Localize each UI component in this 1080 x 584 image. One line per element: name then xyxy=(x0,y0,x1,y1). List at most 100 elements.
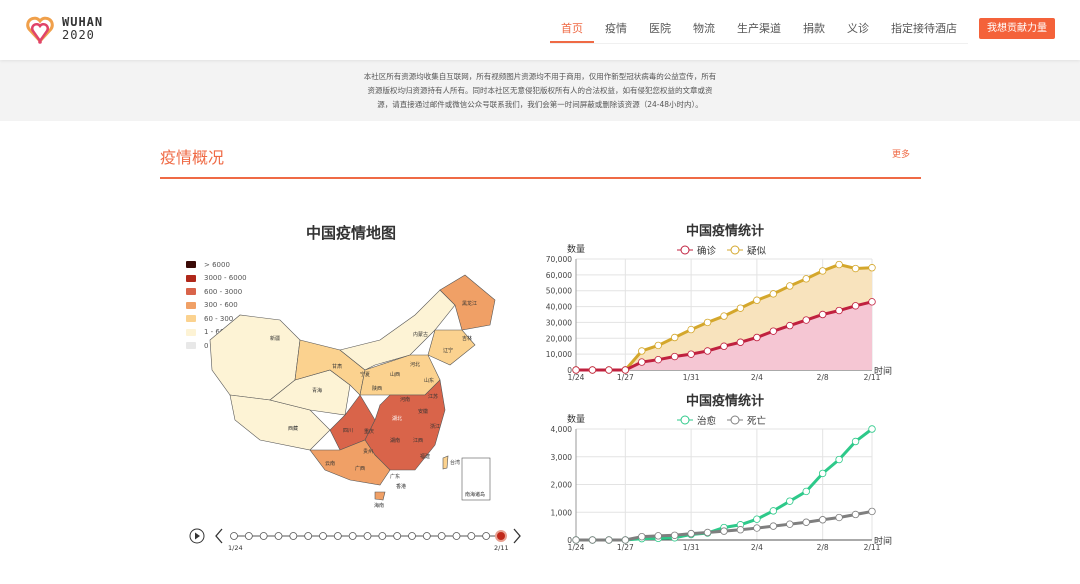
china-map[interactable]: 南海诸岛 新疆 西藏 青海 甘肃 内蒙古 黑龙江 吉林 辽宁 宁夏 陕西 山西 … xyxy=(200,270,520,510)
data-point[interactable] xyxy=(572,536,580,544)
data-point[interactable] xyxy=(769,327,778,335)
data-point[interactable] xyxy=(818,469,827,478)
timeline-dot[interactable] xyxy=(482,532,491,540)
nav-home[interactable]: 首页 xyxy=(550,12,594,43)
data-point[interactable] xyxy=(687,325,695,334)
nav-logistics[interactable]: 物流 xyxy=(682,12,726,43)
legend-label[interactable]: 确诊 xyxy=(697,245,717,257)
data-point[interactable] xyxy=(703,318,712,327)
nav-hospital[interactable]: 医院 xyxy=(638,12,682,43)
nav-donate[interactable]: 捐款 xyxy=(792,12,836,43)
data-point[interactable] xyxy=(818,267,827,275)
data-point[interactable] xyxy=(868,298,876,306)
timeline-dot[interactable] xyxy=(230,532,238,540)
data-point[interactable] xyxy=(868,507,876,516)
timeline-dot[interactable] xyxy=(467,532,476,540)
data-point[interactable] xyxy=(736,526,745,534)
legend-label[interactable]: 治愈 xyxy=(697,415,717,427)
data-point[interactable] xyxy=(802,275,810,283)
nav-epidemic[interactable]: 疫情 xyxy=(594,12,638,43)
data-point[interactable] xyxy=(835,455,843,464)
data-point[interactable] xyxy=(802,487,810,496)
contribute-button[interactable]: 我想贡献力量 xyxy=(979,18,1055,39)
timeline-dot[interactable] xyxy=(437,532,446,540)
timeline-dot[interactable] xyxy=(304,532,313,540)
data-point[interactable] xyxy=(638,532,646,541)
data-point[interactable] xyxy=(703,528,712,537)
data-point[interactable] xyxy=(638,358,646,366)
data-point[interactable] xyxy=(753,524,761,532)
data-point[interactable] xyxy=(851,437,860,446)
timeline-dot[interactable] xyxy=(244,532,253,540)
data-point[interactable] xyxy=(802,316,810,324)
data-point[interactable] xyxy=(868,264,876,272)
timeline-dot[interactable] xyxy=(289,532,298,540)
data-point[interactable] xyxy=(703,347,712,355)
data-point[interactable] xyxy=(621,366,630,374)
data-point[interactable] xyxy=(769,522,778,530)
data-point[interactable] xyxy=(736,304,745,312)
data-point[interactable] xyxy=(835,260,843,269)
data-point[interactable] xyxy=(670,352,679,361)
data-point[interactable] xyxy=(687,350,695,358)
data-point[interactable] xyxy=(835,306,843,315)
data-point[interactable] xyxy=(588,536,597,544)
timeline-dot[interactable] xyxy=(408,532,416,540)
data-point[interactable] xyxy=(818,516,827,524)
timeline-dot[interactable] xyxy=(333,532,342,540)
data-point[interactable] xyxy=(638,347,646,355)
timeline-dot[interactable] xyxy=(495,530,507,542)
timeline-dot[interactable] xyxy=(378,532,387,540)
data-point[interactable] xyxy=(786,282,794,290)
logo[interactable]: WUHAN 2020 xyxy=(24,14,103,44)
data-point[interactable] xyxy=(868,425,876,433)
data-point[interactable] xyxy=(720,527,728,535)
timeline-dot[interactable] xyxy=(452,532,461,540)
timeline-dot[interactable] xyxy=(422,532,431,540)
data-point[interactable] xyxy=(786,321,794,330)
data-point[interactable] xyxy=(818,310,827,319)
data-point[interactable] xyxy=(802,518,810,526)
data-point[interactable] xyxy=(588,366,597,374)
data-point[interactable] xyxy=(720,342,728,350)
data-point[interactable] xyxy=(851,510,860,519)
timeline-dot[interactable] xyxy=(274,532,283,540)
nav-production[interactable]: 生产渠道 xyxy=(726,12,792,43)
nav-clinic[interactable]: 义诊 xyxy=(836,12,880,43)
data-point[interactable] xyxy=(851,302,860,310)
legend-label[interactable]: 疑似 xyxy=(747,246,767,257)
nav-hotels[interactable]: 指定接待酒店 xyxy=(880,12,968,43)
data-point[interactable] xyxy=(605,366,613,374)
legend-label[interactable]: 死亡 xyxy=(747,415,766,427)
data-point[interactable] xyxy=(621,536,630,544)
data-point[interactable] xyxy=(572,366,580,374)
data-point[interactable] xyxy=(835,513,843,522)
data-point[interactable] xyxy=(687,529,695,538)
data-point[interactable] xyxy=(753,333,761,342)
data-point[interactable] xyxy=(786,497,794,505)
data-point[interactable] xyxy=(753,296,761,304)
data-point[interactable] xyxy=(786,520,794,528)
timeline-dot[interactable] xyxy=(393,532,402,540)
data-point[interactable] xyxy=(769,290,778,298)
data-point[interactable] xyxy=(654,532,662,540)
data-point[interactable] xyxy=(605,536,613,544)
data-point[interactable] xyxy=(720,312,728,320)
data-point[interactable] xyxy=(736,338,745,346)
y-tick-label: 70,000 xyxy=(546,255,572,264)
timeline-dot[interactable] xyxy=(319,532,327,540)
data-point[interactable] xyxy=(769,507,778,515)
data-point[interactable] xyxy=(753,515,761,523)
timeline-dot[interactable] xyxy=(259,532,268,540)
timeline-dot[interactable] xyxy=(348,532,357,540)
play-button[interactable] xyxy=(189,528,205,544)
data-point[interactable] xyxy=(670,333,679,342)
data-point[interactable] xyxy=(654,355,662,364)
timeline-dot[interactable] xyxy=(363,532,372,540)
prev-icon[interactable] xyxy=(215,528,223,544)
data-point[interactable] xyxy=(654,341,662,350)
more-link[interactable]: 更多 xyxy=(892,147,910,160)
next-icon[interactable] xyxy=(513,528,521,544)
data-point[interactable] xyxy=(851,264,860,273)
data-point[interactable] xyxy=(670,531,679,539)
